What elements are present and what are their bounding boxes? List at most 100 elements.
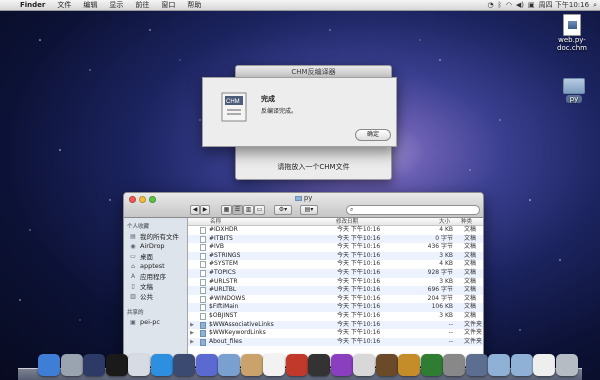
file-date: 今天 下午10:16: [337, 268, 381, 276]
disclosure-triangle-icon[interactable]: ▶: [188, 329, 196, 338]
table-row[interactable]: #URLTBL 今天 下午10:16 696 字节 文稿: [188, 286, 483, 295]
menu-edit[interactable]: 编辑: [77, 0, 103, 10]
folder-icon: [200, 330, 206, 338]
flip-icon[interactable]: [353, 354, 375, 376]
menu-file[interactable]: 文件: [51, 0, 77, 10]
disclosure-triangle-icon[interactable]: ▶: [188, 321, 196, 330]
back-button[interactable]: ◀: [190, 205, 200, 215]
file-kind: 文稿: [464, 277, 477, 285]
sidebar-item-pei-pc[interactable]: ▣ pei-pc: [124, 317, 187, 327]
sidebar-item-applications[interactable]: A 应用程序: [124, 271, 187, 282]
column-name[interactable]: 名称: [188, 218, 334, 225]
table-row[interactable]: ▶ $WWKeywordLinks 今天 下午10:16 -- 文件夹: [188, 329, 483, 338]
row-spacer: [188, 303, 196, 312]
volume-icon[interactable]: ◀): [516, 1, 524, 9]
table-row[interactable]: ▶ About_files 今天 下午10:16 -- 文件夹: [188, 337, 483, 347]
ok-button[interactable]: 确定: [355, 129, 391, 141]
time-machine-icon[interactable]: ◔: [488, 1, 494, 9]
spotlight-icon[interactable]: ⌕: [593, 1, 597, 10]
menu-clock[interactable]: 周四 下午10:16: [539, 0, 589, 10]
applications-icon: A: [130, 272, 136, 280]
sidebar-item-all-files[interactable]: ▤ 我的所有文件: [124, 231, 187, 242]
system-preferences-icon[interactable]: [443, 354, 465, 376]
desktop-py-folder[interactable]: py: [558, 78, 590, 103]
column-size[interactable]: 大小: [409, 218, 453, 225]
safari-icon[interactable]: [150, 354, 173, 376]
table-row[interactable]: #IDXHDR 今天 下午10:16 4 KB 文稿: [188, 226, 483, 235]
alert-title: 完成: [261, 95, 275, 103]
file-rows: #IDXHDR 今天 下午10:16 4 KB 文稿 #ITBITS 今天 下午10:16…: [188, 226, 483, 347]
column-view-button[interactable]: ▥: [243, 205, 254, 215]
photo-icon[interactable]: [375, 354, 398, 376]
search-field[interactable]: ⌕: [346, 205, 480, 215]
table-row[interactable]: #IVB 今天 下午10:16 436 字节 文稿: [188, 243, 483, 252]
table-row[interactable]: #STRINGS 今天 下午10:16 3 KB 文稿: [188, 251, 483, 261]
mission-control-icon[interactable]: [83, 354, 105, 376]
file-size: 0 字节: [435, 234, 453, 242]
garageband-icon[interactable]: [398, 354, 420, 376]
sidebar-item-home[interactable]: ⌂ apptest: [124, 261, 187, 271]
terminal-icon[interactable]: [308, 354, 330, 376]
time-machine-icon[interactable]: [420, 354, 443, 376]
table-row[interactable]: $FIftiMain 今天 下午10:16 106 KB 文稿: [188, 303, 483, 312]
trash-icon[interactable]: [555, 354, 578, 376]
table-row[interactable]: #ITBITS 今天 下午10:16 0 字节 文稿: [188, 234, 483, 244]
sidebar-item-public[interactable]: ▥ 公共: [124, 291, 187, 302]
menu-go[interactable]: 前往: [129, 0, 155, 10]
file-size: 928 字节: [427, 268, 453, 276]
launchpad-icon[interactable]: [60, 354, 83, 376]
documents-folder-icon[interactable]: [510, 354, 533, 376]
chm-app-icon[interactable]: [465, 354, 488, 376]
downloads-folder-icon[interactable]: [488, 354, 510, 376]
menu-window[interactable]: 窗口: [155, 0, 181, 10]
sidebar-item-desktop[interactable]: ▭ 桌面: [124, 251, 187, 262]
bluetooth-icon[interactable]: ᛒ: [498, 1, 502, 9]
preview-icon[interactable]: [128, 354, 150, 376]
search-icon: ⌕: [350, 206, 354, 213]
mail-icon[interactable]: [218, 354, 240, 376]
list-view-button[interactable]: ☰: [232, 205, 243, 215]
file-icon[interactable]: [533, 354, 555, 376]
row-spacer: [188, 226, 196, 235]
disclosure-triangle-icon[interactable]: ▶: [188, 338, 196, 347]
file-name: #STRINGS: [209, 251, 241, 259]
table-row[interactable]: #TOPICS 今天 下午10:16 928 字节 文稿: [188, 268, 483, 278]
document-icon: [200, 235, 206, 243]
menu-view[interactable]: 显示: [103, 0, 129, 10]
menu-help[interactable]: 帮助: [181, 0, 207, 10]
table-row[interactable]: #URLSTR 今天 下午10:16 3 KB 文稿: [188, 278, 483, 287]
photo-booth-icon[interactable]: [285, 354, 308, 376]
document-icon: [200, 278, 206, 286]
desktop-chm-file[interactable]: web.py- doc.chm: [548, 14, 596, 52]
facetime-icon[interactable]: [173, 354, 195, 376]
sidebar-item-airdrop[interactable]: ◉ AirDrop: [124, 241, 187, 251]
table-row[interactable]: $OBJINST 今天 下午10:16 3 KB 文稿: [188, 312, 483, 321]
user-icon[interactable]: ▣: [528, 1, 535, 9]
action-menu-button[interactable]: ⚙▾: [274, 205, 292, 215]
column-date[interactable]: 修改日期: [334, 218, 409, 225]
finder-icon[interactable]: [38, 354, 60, 376]
dock: [18, 348, 582, 380]
table-row[interactable]: #SYSTEM 今天 下午10:16 4 KB 文稿: [188, 260, 483, 269]
icon-view-button[interactable]: ▦: [221, 205, 232, 215]
file-kind: 文稿: [464, 243, 477, 251]
file-date: 今天 下午10:16: [337, 277, 381, 285]
itunes-store-icon[interactable]: [330, 354, 353, 376]
arrange-menu-button[interactable]: ▤▾: [300, 205, 318, 215]
drop-zone-text[interactable]: 请拖放入一个CHM文件: [236, 162, 391, 172]
menu-finder[interactable]: Finder: [14, 1, 51, 9]
file-name: #WINDOWS: [209, 294, 246, 302]
table-row[interactable]: #WINDOWS 今天 下午10:16 204 字节 文稿: [188, 295, 483, 304]
table-row[interactable]: ▶ $WWAssociativeLinks 今天 下午10:16 -- 文件夹: [188, 320, 483, 330]
column-kind[interactable]: 种类: [453, 218, 483, 225]
all-files-icon: ▤: [130, 232, 136, 240]
itunes-icon[interactable]: [195, 354, 218, 376]
finder-window: py ◀ ▶ ▦ ☰ ▥ ▭ ⚙▾ ▤▾ ⌕ 个人收藏 ▤ 我的所有文件 ◉ Air…: [123, 192, 484, 367]
calendar-icon[interactable]: [263, 354, 285, 376]
wifi-icon[interactable]: ◠: [506, 1, 512, 9]
address-book-icon[interactable]: [240, 354, 263, 376]
coverflow-view-button[interactable]: ▭: [254, 205, 265, 215]
dashboard-icon[interactable]: [105, 354, 128, 376]
sidebar-item-documents[interactable]: ▯ 文稿: [124, 281, 187, 292]
forward-button[interactable]: ▶: [200, 205, 210, 215]
